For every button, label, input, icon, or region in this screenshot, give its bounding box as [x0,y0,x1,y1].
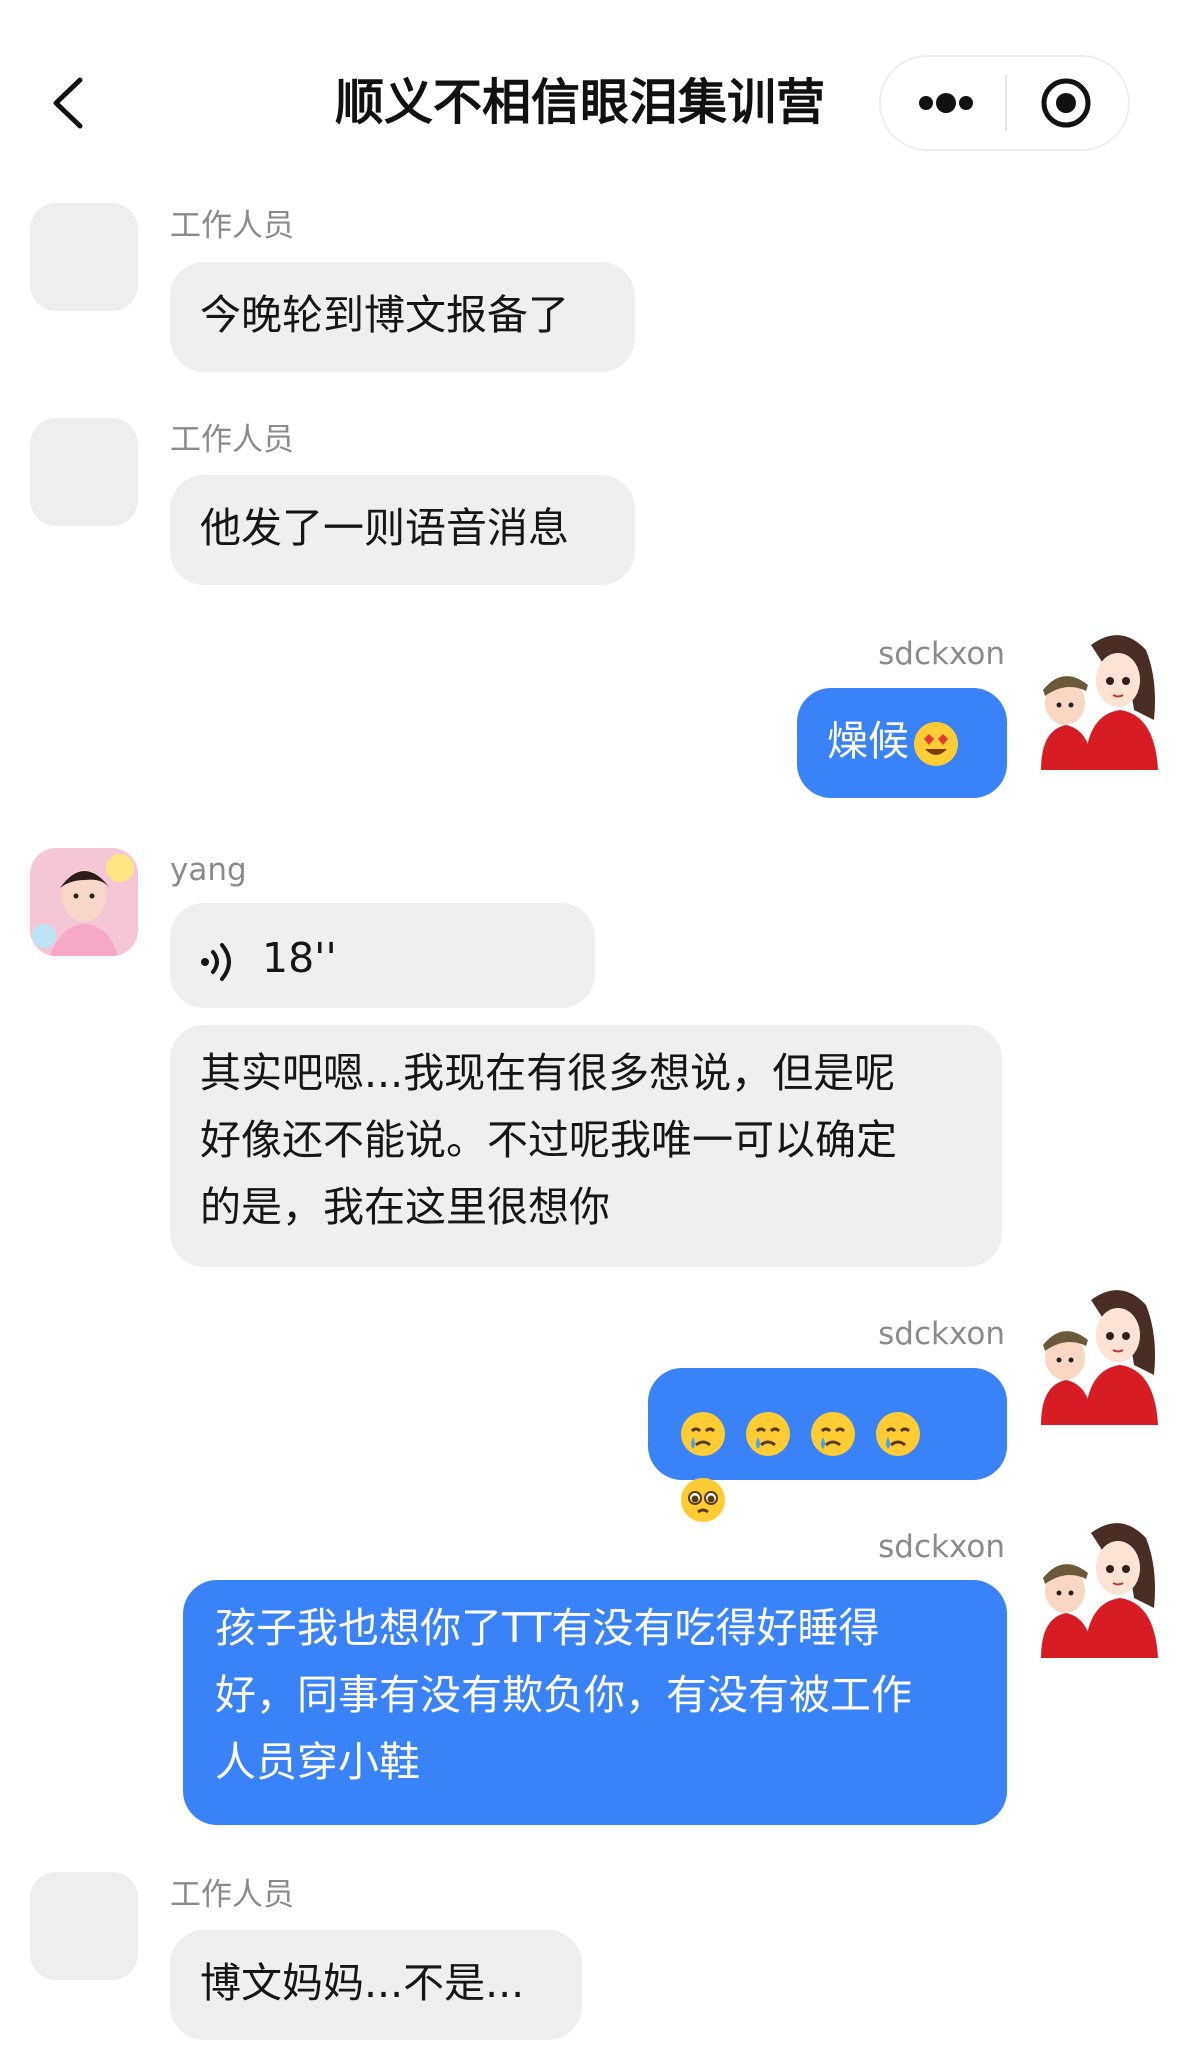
heart-eyes-emoji [911,719,961,769]
crying-face-emoji [873,1409,923,1459]
back-button[interactable] [40,68,100,138]
user-avatar[interactable] [1033,625,1165,770]
chat-screen: 顺义不相信眼泪集训营 工作人员 今晚轮到博文报备了 工作人员 他发了一则语音消息… [0,0,1179,2053]
voice-duration: 18'' [262,934,337,982]
message-bubble[interactable]: 今晚轮到博文报备了 [170,262,635,372]
user-avatar[interactable] [1033,1513,1165,1658]
chat-title: 顺义不相信眼泪集训营 [334,74,825,131]
voice-wave-icon [198,937,238,981]
crying-face-emoji [678,1409,728,1459]
message-text: 博文妈妈...不是... [200,1959,525,2007]
cartoon-mother-child-avatar [1033,1513,1165,1658]
message-bubble[interactable] [648,1368,1007,1522]
pleading-face-emoji [678,1475,728,1525]
voice-message-bubble[interactable]: 18'' [170,903,595,1008]
message-bubble[interactable]: 其实吧嗯...我现在有很多想说，但是呢 好像还不能说。不过呢我唯一可以确定 的是… [170,1025,1002,1267]
sender-name: 工作人员 [170,422,294,458]
message-text: 他发了一则语音消息 [200,504,569,552]
more-button[interactable] [906,70,986,136]
sender-name: sdckxon [878,1316,1005,1352]
sender-name: 工作人员 [170,1877,294,1913]
record-target-icon [1041,78,1091,128]
message-bubble[interactable]: 燥候 [797,688,1007,798]
sender-name: yang [170,852,247,888]
user-avatar[interactable] [1033,1280,1165,1425]
sender-name: 工作人员 [170,208,294,244]
capsule-divider [1005,75,1007,131]
message-text-line: 人员穿小鞋 [215,1738,420,1786]
message-text: 燥候 [827,717,909,765]
sender-name: sdckxon [878,1529,1005,1565]
sender-name: sdckxon [878,636,1005,672]
close-mini-program-button[interactable] [1031,70,1101,136]
message-text-line: 其实吧嗯...我现在有很多想说，但是呢 [200,1049,896,1097]
crying-face-emoji [743,1409,793,1459]
yang-avatar[interactable] [30,848,138,956]
message-text-line: 的是，我在这里很想你 [200,1183,610,1231]
nav-header: 顺义不相信眼泪集训营 [0,0,1179,190]
chevron-left-icon [53,77,83,129]
profile-photo [30,848,138,956]
staff-avatar[interactable] [30,418,138,526]
crying-face-emoji [808,1409,858,1459]
mini-program-capsule [879,55,1130,151]
cartoon-mother-child-avatar [1033,625,1165,770]
message-text-line: 好像还不能说。不过呢我唯一可以确定 [200,1116,897,1164]
message-bubble[interactable]: 孩子我也想你了TT有没有吃得好睡得 好，同事有没有欺负你，有没有被工作 人员穿小… [183,1580,1007,1825]
message-bubble[interactable]: 他发了一则语音消息 [170,475,635,585]
message-text-line: 好，同事有没有欺负你，有没有被工作 [215,1671,912,1719]
more-dots-icon [919,93,973,113]
message-text-line: 孩子我也想你了TT有没有吃得好睡得 [215,1604,880,1652]
staff-avatar[interactable] [30,203,138,311]
message-bubble[interactable]: 博文妈妈...不是... [170,1930,582,2040]
cartoon-mother-child-avatar [1033,1280,1165,1425]
message-text: 今晚轮到博文报备了 [200,291,569,339]
staff-avatar[interactable] [30,1872,138,1980]
